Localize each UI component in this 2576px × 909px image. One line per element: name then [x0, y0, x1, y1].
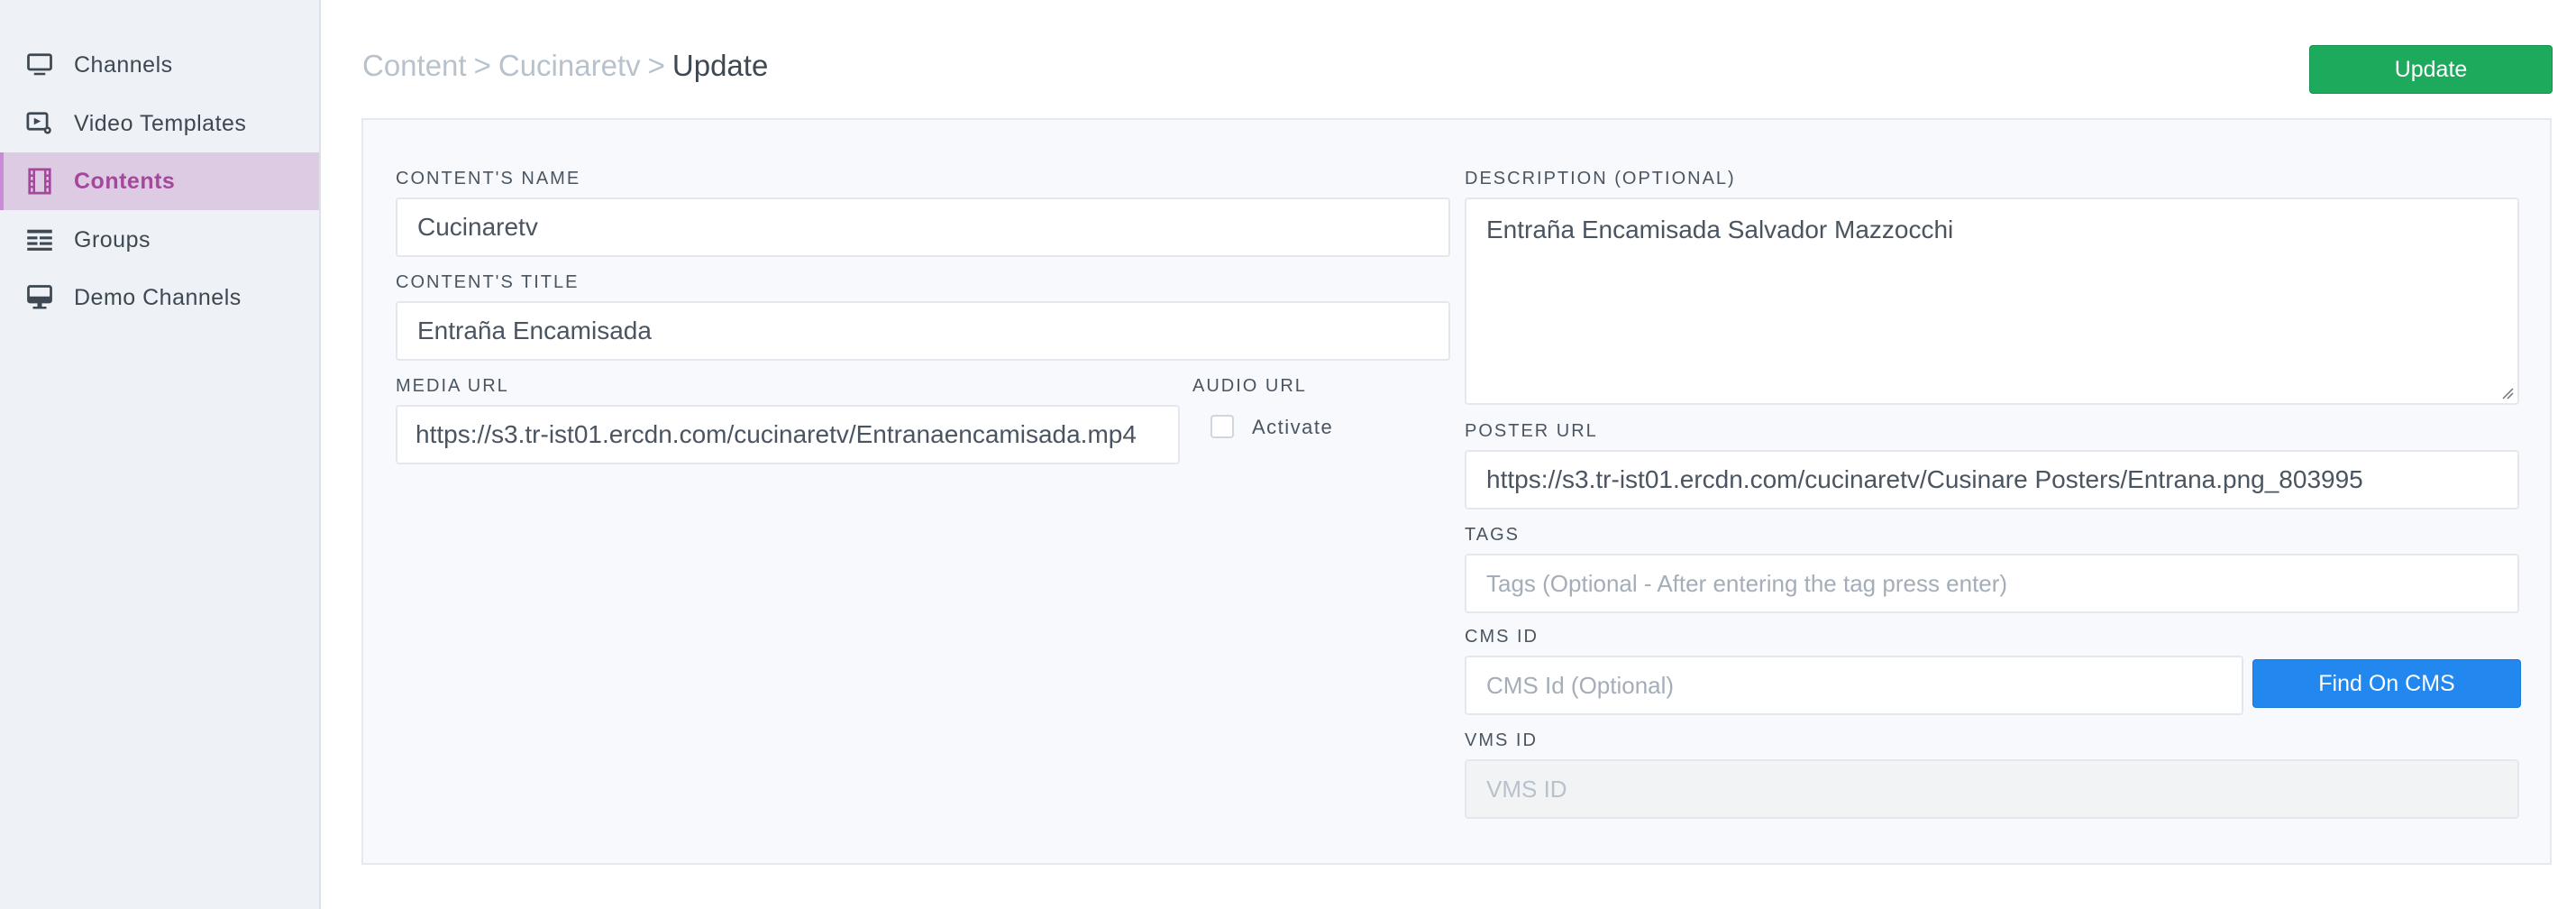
page-title: Update [671, 49, 769, 82]
poster-url-input[interactable]: https://s3.tr-ist01.ercdn.com/cucinaretv… [1465, 450, 2519, 510]
media-url-label: MEDIA URL [396, 376, 509, 396]
update-button[interactable]: Update [2309, 45, 2553, 94]
description-textarea[interactable]: Entraña Encamisada Salvador Mazzocchi [1465, 197, 2519, 405]
content-title-input[interactable]: Entraña Encamisada [396, 301, 1450, 361]
audio-activate-checkbox[interactable] [1210, 415, 1234, 438]
breadcrumb-link-cucinaretv[interactable]: Cucinaretv [498, 49, 641, 82]
tags-input[interactable]: Tags (Optional - After entering the tag … [1465, 554, 2519, 613]
sidebar-item-label: Groups [74, 226, 151, 252]
vms-id-label: VMS ID [1465, 730, 1538, 750]
cms-id-input[interactable]: CMS Id (Optional) [1465, 656, 2243, 715]
sidebar-item-video-templates[interactable]: Video Templates [0, 95, 319, 152]
breadcrumb-separator: > [473, 49, 491, 82]
sidebar: Channels Video Templates Contents Groups… [0, 0, 321, 909]
sidebar-item-contents[interactable]: Contents [0, 152, 319, 210]
vms-id-input: VMS ID [1465, 759, 2519, 819]
sidebar-item-channels[interactable]: Channels [0, 36, 319, 94]
sidebar-item-label: Channels [74, 51, 173, 78]
sidebar-item-label: Demo Channels [74, 284, 242, 310]
sidebar-item-groups[interactable]: Groups [0, 211, 319, 269]
content-form-panel: CONTENT'S NAME Cucinaretv CONTENT'S TITL… [361, 118, 2552, 865]
audio-activate-label: Activate [1252, 416, 1334, 438]
breadcrumb-link-content[interactable]: Content [362, 49, 467, 82]
description-label: DESCRIPTION (OPTIONAL) [1465, 169, 1736, 188]
resize-grip-icon[interactable] [2501, 387, 2514, 399]
groups-icon [25, 225, 54, 254]
demo-display-icon [25, 283, 54, 312]
film-icon [25, 167, 54, 196]
video-settings-icon [25, 109, 54, 138]
poster-url-label: POSTER URL [1465, 421, 1598, 441]
breadcrumb: Content > Cucinaretv > Update [362, 49, 768, 83]
content-title-label: CONTENT'S TITLE [396, 272, 580, 292]
find-on-cms-button[interactable]: Find On CMS [2252, 659, 2521, 708]
sidebar-item-label: Contents [74, 168, 176, 194]
sidebar-item-label: Video Templates [74, 110, 247, 136]
sidebar-item-demo-channels[interactable]: Demo Channels [0, 269, 319, 326]
description-text: Entraña Encamisada Salvador Mazzocchi [1486, 216, 1954, 243]
content-name-input[interactable]: Cucinaretv [396, 197, 1450, 257]
media-url-input[interactable]: https://s3.tr-ist01.ercdn.com/cucinaretv… [396, 405, 1180, 464]
audio-url-label: AUDIO URL [1192, 376, 1307, 396]
monitor-icon [25, 50, 54, 79]
cms-id-label: CMS ID [1465, 627, 1539, 647]
tags-label: TAGS [1465, 525, 1520, 545]
breadcrumb-separator: > [647, 49, 665, 82]
content-name-label: CONTENT'S NAME [396, 169, 581, 188]
